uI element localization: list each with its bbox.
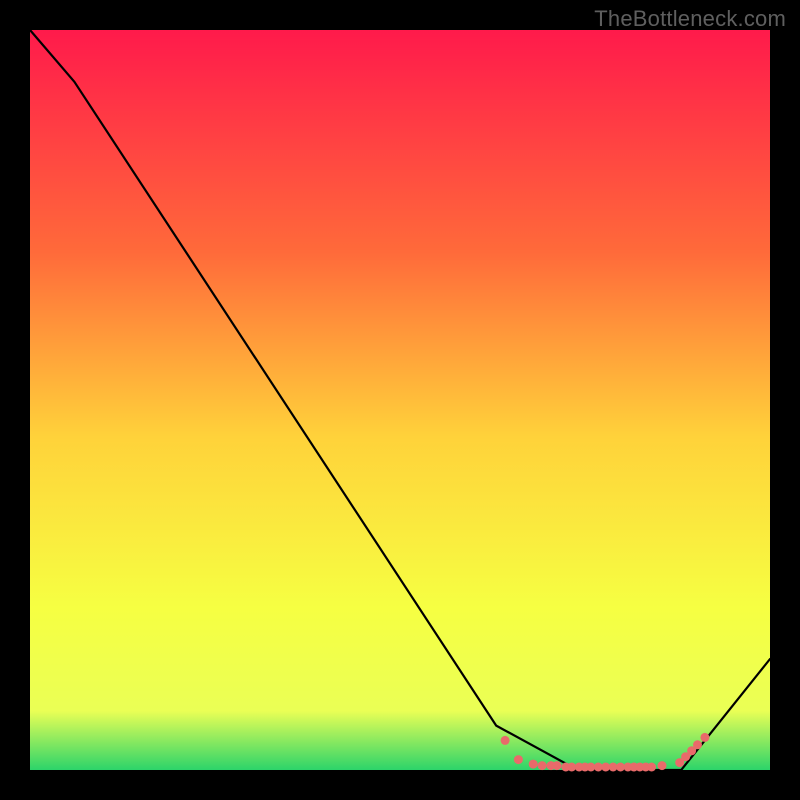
marker-point [658,761,667,770]
watermark-text: TheBottleneck.com [594,6,786,32]
marker-point [538,761,547,770]
bottleneck-chart [0,0,800,800]
marker-point [529,760,538,769]
marker-point [514,755,523,764]
chart-stage: TheBottleneck.com [0,0,800,800]
marker-point [700,733,709,742]
marker-point [501,736,510,745]
plot-background [30,30,770,770]
marker-point [693,740,702,749]
marker-point [647,763,656,772]
marker-point [552,761,561,770]
